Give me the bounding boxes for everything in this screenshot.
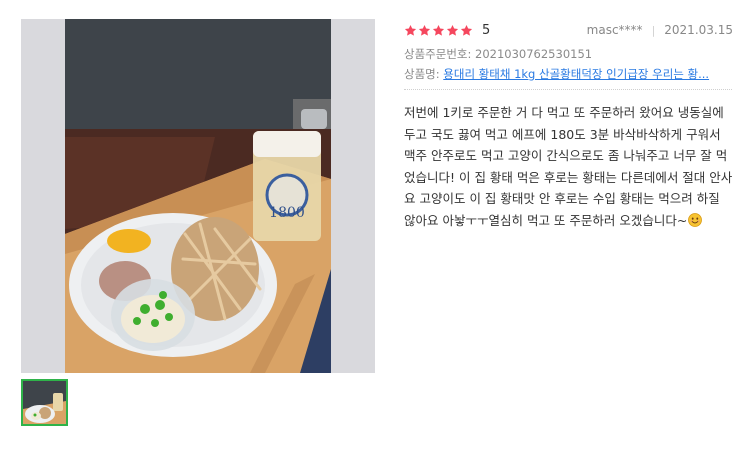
star-icon [418,24,431,36]
review-body-text: 저번에 1키로 주문한 거 다 먹고 또 주문하러 왔어요 냉동실에 두고 국도… [404,105,733,228]
product-name-label: 상품명: [404,67,444,81]
divider-bar: | [651,23,656,37]
glass-logo-text: 1800 [269,205,305,221]
order-number-line: 상품주문번호: 2021030762530151 [404,46,592,62]
food-photo-icon: 1800 [65,19,331,373]
author-name: masc**** [586,23,643,37]
star-icon [446,24,459,36]
food-photo-thumbnail-icon [23,381,66,424]
smiling-face-icon [688,212,703,227]
product-name-line: 상품명: 용대리 황태채 1kg 산골황태덕장 인기급장 우리는 황... [404,66,732,82]
review-date: 2021.03.15 [664,23,733,37]
rating-score: 5 [482,22,491,38]
star-icon [432,24,445,36]
review-author-info: masc**** | 2021.03.15 [587,23,733,37]
star-icon [460,24,473,36]
order-number-label: 상품주문번호: [404,47,476,61]
section-divider [404,89,732,90]
photo-thumbnail[interactable] [21,379,68,426]
review-photo-frame: 1800 [21,19,375,373]
order-number-value: 2021030762530151 [475,47,593,61]
product-name-link[interactable]: 용대리 황태채 1kg 산골황태덕장 인기급장 우리는 황... [443,67,709,81]
review-text: 저번에 1키로 주문한 거 다 먹고 또 주문하러 왔어요 냉동실에 두고 국도… [404,102,734,231]
star-icon [404,24,417,36]
star-rating [404,24,473,37]
rating: 5 [404,20,490,40]
review-photo[interactable]: 1800 [65,19,331,373]
